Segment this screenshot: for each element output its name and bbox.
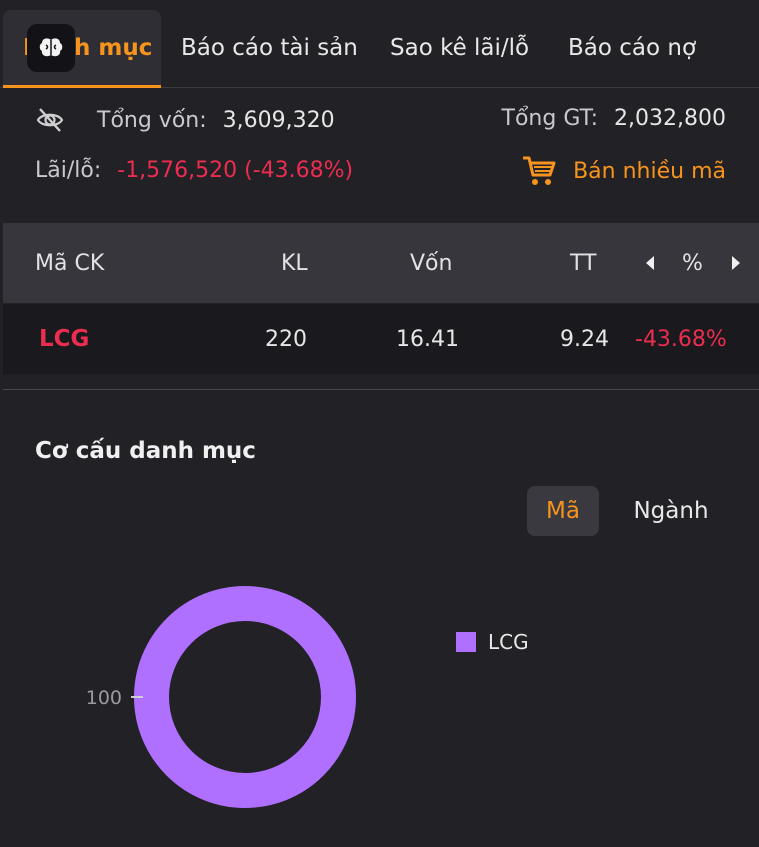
header-von[interactable]: Vốn — [410, 223, 452, 303]
lai-lo-value: -1,576,520 (-43.68%) — [117, 158, 354, 183]
portfolio-summary: Tổng vốn: 3,609,320 Tổng GT: 2,032,800 L… — [0, 89, 759, 223]
caret-right-icon[interactable] — [730, 223, 742, 303]
tong-von-label: Tổng vốn: — [97, 107, 207, 133]
row-pct: -43.68% — [635, 326, 727, 352]
eye-off-icon[interactable] — [35, 105, 65, 135]
brain-icon[interactable] — [27, 24, 75, 72]
row-von: 16.41 — [396, 326, 459, 352]
table-row[interactable]: LCG 220 16.41 9.24 -43.68% — [3, 304, 759, 374]
divider — [3, 389, 759, 390]
donut-slice-lcg[interactable] — [134, 586, 356, 808]
legend-swatch — [456, 632, 476, 652]
header-kl[interactable]: KL — [281, 223, 308, 303]
tab-bao-cao-tai-san[interactable]: Báo cáo tài sản — [181, 10, 358, 86]
tong-gt-label: Tổng GT: — [501, 106, 599, 131]
cart-icon — [521, 153, 557, 189]
segment-ma-button[interactable]: Mã — [527, 486, 599, 536]
lai-lo-label: Lãi/lỗ: — [35, 158, 102, 183]
tab-label: Sao kê lãi/lỗ — [390, 35, 530, 61]
sell-many-label: Bán nhiều mã — [573, 158, 726, 184]
tong-von-value: 3,609,320 — [222, 107, 335, 133]
tab-sao-ke-lai-lo[interactable]: Sao kê lãi/lỗ — [390, 10, 529, 86]
header-pct[interactable]: % — [682, 223, 703, 303]
segment-nganh-button[interactable]: Ngành — [620, 486, 722, 536]
tab-bar: Danh mục Báo cáo tài sản Sao kê lãi/lỗ B… — [0, 0, 759, 88]
header-symbol[interactable]: Mã CK — [35, 223, 104, 303]
tab-label: Báo cáo nợ — [568, 35, 697, 61]
portfolio-structure-title: Cơ cấu danh mục — [35, 438, 256, 464]
tong-gt-value: 2,032,800 — [614, 106, 726, 131]
row-symbol[interactable]: LCG — [39, 304, 89, 374]
holdings-table-header: Mã CK KL Vốn TT % — [3, 223, 759, 303]
header-tt[interactable]: TT — [570, 223, 597, 303]
row-kl: 220 — [265, 326, 307, 352]
portfolio-donut-chart: 100 — [86, 586, 356, 808]
legend-label-lcg: LCG — [488, 630, 529, 654]
tab-label: Báo cáo tài sản — [181, 35, 358, 61]
value-label: 100 — [86, 687, 122, 709]
caret-left-icon[interactable] — [644, 223, 656, 303]
tab-bao-cao-no[interactable]: Báo cáo nợ — [568, 10, 696, 86]
row-tt: 9.24 — [560, 326, 609, 352]
chart-legend: LCG — [456, 630, 529, 654]
sell-many-button[interactable]: Bán nhiều mã — [521, 153, 726, 189]
